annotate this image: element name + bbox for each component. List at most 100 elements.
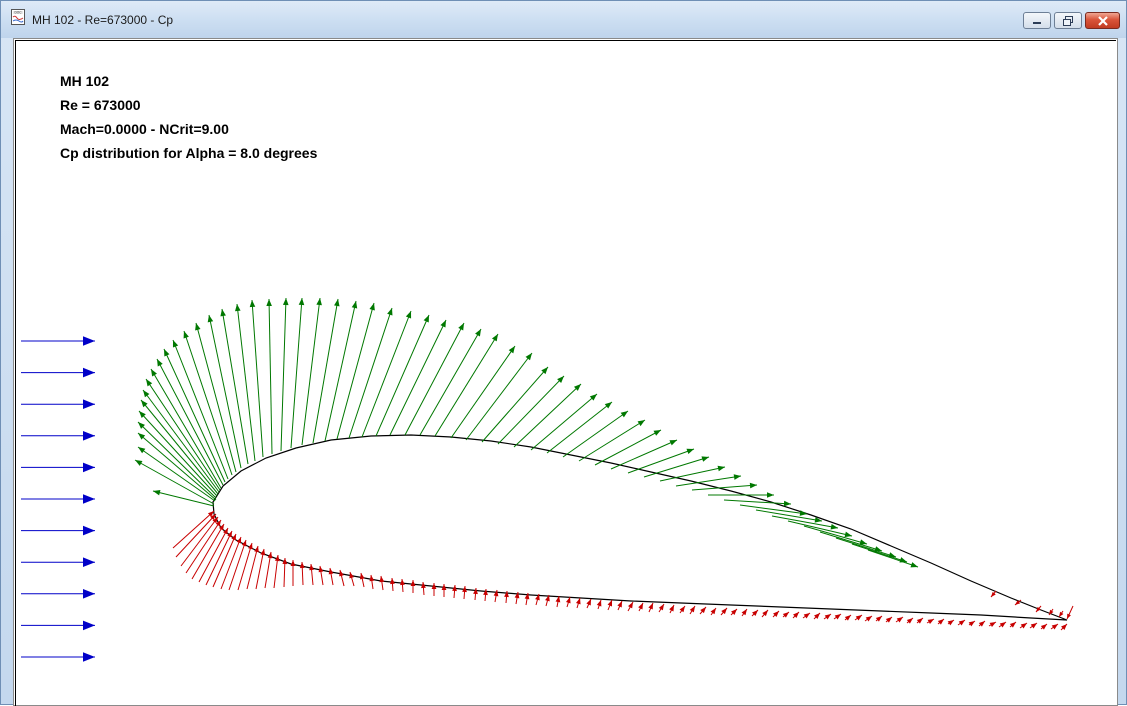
pressure-vector — [679, 605, 686, 614]
pressure-vector — [441, 584, 447, 597]
freestream-arrow — [21, 462, 95, 473]
pressure-vector — [586, 598, 592, 609]
pressure-vector — [1060, 623, 1068, 631]
pressure-vector — [854, 614, 863, 621]
pressure-vector — [813, 612, 821, 620]
suction-vector — [137, 446, 216, 502]
suction-vector — [481, 366, 549, 443]
pressure-vector — [638, 602, 644, 612]
freestream-arrow — [21, 399, 95, 409]
suction-vector — [324, 300, 358, 442]
pressure-vector — [1009, 621, 1017, 628]
pressure-vector — [844, 614, 852, 621]
cp-vector-plot — [21, 297, 1074, 662]
pressure-vector — [462, 585, 467, 600]
suction-vector — [419, 328, 482, 436]
pressure-vector — [988, 621, 997, 628]
pressure-vector — [1040, 623, 1048, 630]
pressure-vector — [978, 620, 986, 627]
suction-vector — [819, 531, 883, 552]
pressure-vector — [565, 596, 571, 608]
pressure-vector — [228, 539, 247, 591]
suction-vector — [145, 378, 221, 491]
suction-vector — [562, 410, 629, 458]
suction-vector — [835, 537, 897, 558]
pressure-vector — [772, 610, 780, 618]
pressure-vector — [720, 607, 728, 616]
close-icon — [1097, 15, 1108, 26]
pressure-vector — [916, 617, 924, 624]
pressure-vector — [926, 618, 935, 625]
suction-vector — [280, 297, 289, 452]
suction-vector — [389, 319, 447, 436]
pressure-vector — [328, 567, 334, 586]
pressure-vector — [689, 605, 696, 615]
maximize-button[interactable] — [1054, 12, 1082, 29]
pressure-vector — [264, 551, 273, 589]
suction-vector — [150, 368, 222, 489]
pressure-vector — [400, 578, 405, 593]
suction-vector — [404, 322, 465, 436]
close-button[interactable] — [1085, 12, 1120, 29]
suction-vector — [138, 410, 218, 497]
suction-vector — [220, 308, 249, 465]
svg-text:DOC: DOC — [14, 11, 22, 15]
pressure-vector — [309, 563, 314, 586]
pressure-vector — [761, 609, 769, 618]
suction-vector — [172, 339, 229, 480]
pressure-vector — [875, 615, 883, 622]
freestream-arrow — [21, 336, 95, 346]
pressure-vector — [751, 609, 759, 617]
pressure-vector — [658, 603, 665, 613]
pressure-vector — [255, 548, 266, 590]
pressure-vector — [906, 617, 914, 624]
minimize-button[interactable] — [1023, 12, 1051, 29]
pressure-vector — [947, 619, 955, 626]
pressure-vector — [1029, 622, 1038, 629]
suction-vector — [301, 297, 322, 446]
suction-vector — [803, 525, 868, 545]
pressure-vector — [710, 607, 717, 616]
suction-vector — [163, 348, 226, 483]
te-pressure-vector — [990, 590, 997, 598]
pressure-vector — [410, 580, 416, 593]
pressure-vector — [617, 600, 623, 611]
pressure-vector — [648, 602, 654, 613]
pressure-vector — [191, 523, 225, 580]
suction-vector — [787, 520, 853, 538]
te-pressure-vector — [1058, 610, 1064, 618]
pressure-vector — [555, 595, 561, 608]
suction-vector — [708, 492, 774, 498]
minimize-icon — [1033, 21, 1041, 24]
app-window: DOC MH 102 - Re=673000 - Cp MH 102 Re = … — [0, 0, 1127, 706]
title-bar[interactable]: DOC MH 102 - Re=673000 - Cp — [1, 1, 1126, 38]
suction-vector — [627, 448, 695, 474]
pressure-vector — [968, 620, 976, 627]
suction-vector — [851, 543, 908, 563]
suction-vector — [266, 298, 273, 455]
te-pressure-vector — [1066, 605, 1074, 620]
plot-area: MH 102 Re = 673000 Mach=0.0000 - NCrit=9… — [13, 38, 1118, 706]
maximize-icon — [1063, 15, 1073, 26]
freestream-arrow — [21, 557, 95, 567]
suction-vector — [152, 489, 215, 507]
pressure-vector — [390, 577, 395, 592]
suction-vector — [140, 399, 219, 495]
airfoil-contour — [212, 434, 1068, 621]
suction-vector — [361, 310, 412, 438]
suction-vector — [134, 459, 215, 505]
pressure-vector — [627, 601, 634, 612]
document-icon[interactable]: DOC — [10, 9, 26, 25]
pressure-vector — [421, 581, 426, 596]
pressure-vector — [741, 608, 748, 617]
window-title: MH 102 - Re=673000 - Cp — [32, 13, 174, 27]
freestream-arrow — [21, 525, 95, 536]
suction-vector — [610, 439, 678, 470]
suction-vector — [578, 419, 646, 462]
freestream-arrow — [21, 431, 95, 441]
freestream-arrow — [21, 620, 95, 631]
pressure-vector — [885, 616, 893, 623]
pressure-vector — [669, 604, 675, 614]
pressure-vector — [452, 584, 457, 599]
pressure-vector — [607, 599, 613, 611]
